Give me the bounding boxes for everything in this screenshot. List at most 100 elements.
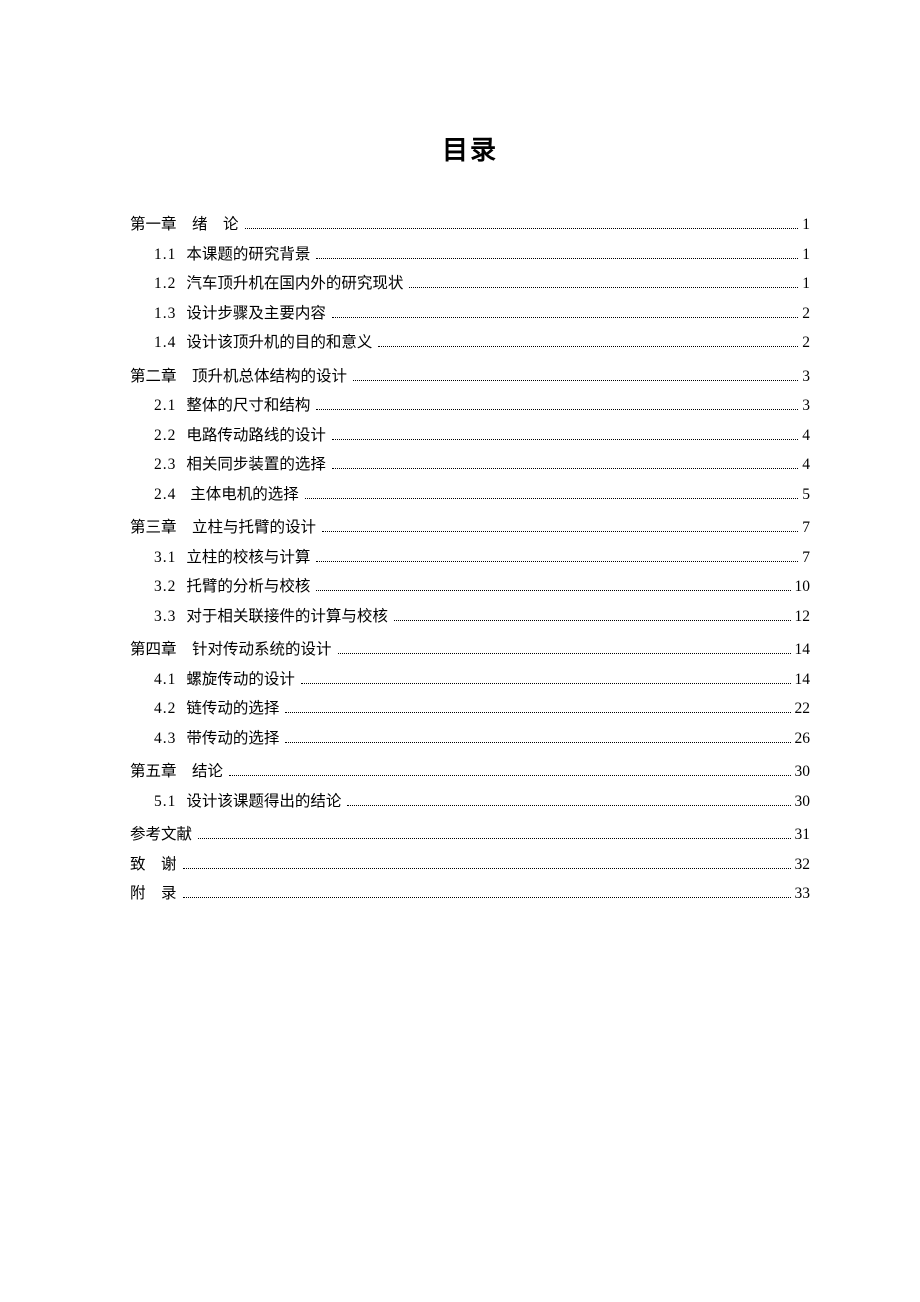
toc-leader-dots: [285, 712, 790, 713]
toc-sub-entry: 2.3 相关同步装置的选择 4: [130, 457, 810, 473]
toc-sub-entry: 4.2 链传动的选择 22: [130, 701, 810, 717]
toc-entry-page: 5: [802, 487, 810, 503]
toc-entry-page: 14: [795, 642, 811, 658]
toc-entry-page: 26: [795, 731, 811, 747]
toc-leader-dots: [316, 409, 798, 410]
toc-leader-dots: [353, 380, 798, 381]
toc-chapter-entry: 致 谢 32: [130, 857, 810, 873]
toc-entry-number: 1.2: [154, 276, 176, 292]
toc-sub-entry: 1.2汽车顶升机在国内外的研究现状1: [130, 276, 810, 292]
toc-entry-page: 22: [795, 701, 811, 717]
toc-entry-label: 本课题的研究背景: [186, 247, 310, 263]
toc-leader-dots: [183, 897, 791, 898]
toc-chapter-entry: 第一章 绪 论 1: [130, 217, 810, 233]
toc-entry-page: 12: [795, 609, 811, 625]
toc-entry-page: 3: [802, 369, 810, 385]
toc-sub-entry: 1.1 本课题的研究背景 1: [130, 247, 810, 263]
toc-entry-number: 3.1: [154, 550, 176, 566]
toc-leader-dots: [198, 838, 790, 839]
toc-entry-page: 2: [802, 306, 810, 322]
toc-entry-page: 7: [802, 520, 810, 536]
toc-entry-page: 3: [802, 398, 810, 414]
toc-entry-label: 螺旋传动的设计: [186, 672, 295, 688]
toc-entry-page: 31: [795, 827, 811, 843]
toc-entry-number: 2.3: [154, 457, 176, 473]
toc-entry-number: 1.4: [154, 335, 176, 351]
toc-leader-dots: [183, 868, 791, 869]
toc-leader-dots: [394, 620, 791, 621]
toc-sub-entry: 5.1 设计该课题得出的结论 30: [130, 794, 810, 810]
toc-sub-entry: 2.1 整体的尺寸和结构 3: [130, 398, 810, 414]
toc-leader-dots: [332, 439, 798, 440]
toc-entry-page: 1: [802, 247, 810, 263]
toc-entry-label: 汽车顶升机在国内外的研究现状: [186, 276, 403, 292]
toc-entry-page: 2: [802, 335, 810, 351]
toc-chapter-entry: 第三章 立柱与托臂的设计 7: [130, 520, 810, 536]
toc-entry-number: 3.2: [154, 579, 176, 595]
toc-entry-number: 1.3: [154, 306, 176, 322]
toc-leader-dots: [316, 258, 798, 259]
toc-entry-number: 2.1: [154, 398, 176, 414]
toc-sub-entry: 3.3 对于相关联接件的计算与校核 12: [130, 609, 810, 625]
toc-leader-dots: [229, 775, 790, 776]
toc-leader-dots: [305, 498, 798, 499]
toc-leader-dots: [378, 346, 798, 347]
toc-sub-entry: 1.4 设计该顶升机的目的和意义 2: [130, 335, 810, 351]
toc-entry-label: 参考文献: [130, 827, 192, 843]
toc-leader-dots: [332, 317, 798, 318]
toc-leader-dots: [322, 531, 798, 532]
toc-leader-dots: [316, 561, 798, 562]
toc-entry-label: 第三章 立柱与托臂的设计: [130, 520, 316, 536]
toc-entry-label: 托臂的分析与校核: [186, 579, 310, 595]
toc-leader-dots: [301, 683, 791, 684]
toc-entry-page: 33: [795, 886, 811, 902]
toc-sub-entry: 4.3 带传动的选择 26: [130, 731, 810, 747]
toc-entry-page: 30: [795, 764, 811, 780]
toc-entry-label: 设计该顶升机的目的和意义: [186, 335, 372, 351]
toc-entry-number: 4.1: [154, 672, 176, 688]
toc-chapter-entry: 参考文献 31: [130, 827, 810, 843]
toc-chapter-entry: 第五章 结论30: [130, 764, 810, 780]
toc-entry-number: 2.2: [154, 428, 176, 444]
toc-title: 目录: [130, 130, 810, 167]
toc-entry-label: 整体的尺寸和结构: [186, 398, 310, 414]
toc-sub-entry: 2.4 主体电机的选择5: [130, 487, 810, 503]
toc-entry-label: 链传动的选择: [186, 701, 279, 717]
toc-sub-entry: 3.1 立柱的校核与计算 7: [130, 550, 810, 566]
toc-sub-entry: 2.2 电路传动路线的设计 4: [130, 428, 810, 444]
toc-entry-label: 立柱的校核与计算: [186, 550, 310, 566]
toc-entry-page: 14: [795, 672, 811, 688]
toc-entry-number: 3.3: [154, 609, 176, 625]
toc-entry-page: 4: [802, 428, 810, 444]
toc-entry-label: 带传动的选择: [186, 731, 279, 747]
toc-entry-number: 1.1: [154, 247, 176, 263]
toc-list: 第一章 绪 论11.1本课题的研究背景11.2汽车顶升机在国内外的研究现状11.…: [130, 217, 810, 902]
toc-entry-label: 电路传动路线的设计: [186, 428, 326, 444]
toc-entry-page: 1: [802, 217, 810, 233]
toc-chapter-entry: 第二章 顶升机总体结构的设计3: [130, 369, 810, 385]
toc-sub-entry: 1.3 设计步骤及主要内容 2: [130, 306, 810, 322]
toc-entry-label: 致 谢: [130, 857, 177, 873]
toc-entry-label: 设计步骤及主要内容: [186, 306, 326, 322]
toc-entry-page: 4: [802, 457, 810, 473]
toc-entry-label: 对于相关联接件的计算与校核: [186, 609, 388, 625]
toc-entry-label: 设计该课题得出的结论: [186, 794, 341, 810]
toc-entry-label: 相关同步装置的选择: [186, 457, 326, 473]
toc-sub-entry: 3.2托臂的分析与校核10: [130, 579, 810, 595]
document-page: 目录 第一章 绪 论 1 1.1 本课题的研究背景 1 1.2 汽车顶升机在国内外的研究现状…: [0, 0, 920, 1302]
toc-entry-label: 第一章 绪 论: [130, 217, 239, 233]
toc-leader-dots: [409, 287, 798, 288]
toc-entry-number: 4.2: [154, 701, 176, 717]
toc-leader-dots: [316, 590, 790, 591]
toc-entry-page: 7: [802, 550, 810, 566]
toc-entry-number: 4.3: [154, 731, 176, 747]
toc-leader-dots: [338, 653, 791, 654]
toc-chapter-entry: 第四章 针对传动系统的设计 14: [130, 642, 810, 658]
toc-entry-label: 附 录: [130, 886, 177, 902]
toc-entry-page: 32: [795, 857, 811, 873]
toc-entry-page: 30: [795, 794, 811, 810]
toc-entry-label: 第四章 针对传动系统的设计: [130, 642, 332, 658]
toc-leader-dots: [347, 805, 790, 806]
toc-chapter-entry: 附 录 33: [130, 886, 810, 902]
toc-entry-number: 5.1: [154, 794, 176, 810]
